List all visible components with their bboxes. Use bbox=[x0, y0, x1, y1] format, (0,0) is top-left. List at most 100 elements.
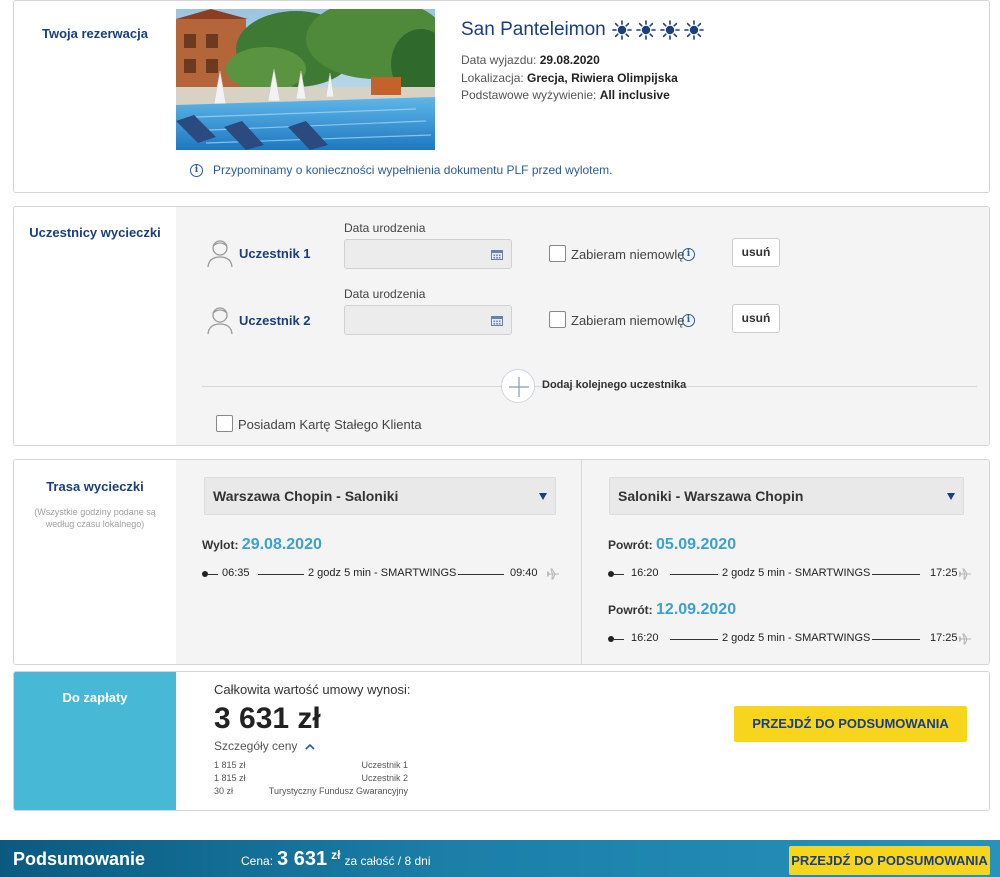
participants-body: Uczestnik 1 Data urodzenia Zabieram niem… bbox=[176, 207, 989, 445]
reservation-side: Twoja rezerwacja bbox=[14, 1, 176, 192]
timeline-rule bbox=[208, 574, 218, 575]
sun-icon bbox=[611, 20, 632, 40]
return-1-arr-time: 17:25 bbox=[930, 567, 958, 579]
outbound-duration: 2 godz 5 min bbox=[308, 567, 371, 579]
participant-2-dob-input[interactable] bbox=[344, 305, 512, 335]
location-info: Lokalizacja: Grecja, Riwiera Olimpijska bbox=[461, 71, 678, 85]
sun-icon bbox=[683, 20, 704, 40]
return-2-duration-carrier: 2 godz 5 min - SMARTWINGS bbox=[722, 632, 871, 644]
return-2-arr-time: 17:25 bbox=[930, 632, 958, 644]
add-participant-button[interactable] bbox=[501, 369, 535, 403]
outbound-date: 29.08.2020 bbox=[241, 536, 322, 553]
summary-price-currency: zł bbox=[331, 848, 341, 862]
reservation-card: Twoja rezerwacja San Panteleimon Data wy… bbox=[13, 0, 990, 193]
go-to-summary-button[interactable]: PRZEJDŹ DO PODSUMOWANIA bbox=[734, 706, 967, 742]
payment-card: Do zapłaty Całkowita wartość umowy wynos… bbox=[13, 671, 990, 811]
outbound-carrier: SMARTWINGS bbox=[380, 567, 457, 579]
add-participant-label[interactable]: Dodaj kolejnego uczestnika bbox=[542, 379, 686, 391]
plane-icon bbox=[958, 633, 971, 645]
summary-bar-cta-button[interactable]: PRZEJDŹ DO PODSUMOWANIA bbox=[789, 846, 990, 875]
outbound-route-select[interactable]: Warszawa Chopin - Saloniki bbox=[204, 477, 556, 515]
summary-bar-title: Podsumowanie bbox=[13, 849, 146, 869]
price-row: 30 zł Turystyczny Fundusz Gwarancyjny bbox=[214, 786, 408, 796]
price-row-desc: Turystyczny Fundusz Gwarancyjny bbox=[268, 786, 408, 796]
participant-1-infant-checkbox[interactable] bbox=[549, 245, 566, 262]
departure-value: 29.08.2020 bbox=[539, 53, 600, 67]
outbound-route-value: Warszawa Chopin - Saloniki bbox=[213, 488, 399, 504]
participant-1-remove-button[interactable]: usuń bbox=[732, 238, 780, 267]
participant-1-dob-input[interactable] bbox=[344, 239, 512, 269]
summary-price-label: Cena: bbox=[241, 854, 274, 868]
loyalty-card-label: Posiadam Kartę Stałego Klienta bbox=[238, 417, 422, 432]
price-row: 1 815 zł Uczestnik 1 bbox=[214, 760, 408, 770]
plane-icon bbox=[546, 568, 559, 580]
price-row-desc: Uczestnik 2 bbox=[361, 773, 408, 783]
return-1-duration: 2 godz 5 min bbox=[722, 567, 785, 579]
person-icon bbox=[207, 240, 233, 268]
calendar-icon[interactable] bbox=[491, 315, 503, 326]
price-row-amount: 1 815 zł bbox=[214, 773, 246, 783]
route-separator bbox=[581, 460, 582, 664]
route-card: Trasa wycieczki (Wszystkie godziny podan… bbox=[13, 459, 990, 665]
return-1-duration-carrier: 2 godz 5 min - SMARTWINGS bbox=[722, 567, 871, 579]
plf-notice-text: Przypominamy o konieczności wypełnienia … bbox=[213, 163, 613, 177]
location-value: Grecja, Riwiera Olimpijska bbox=[527, 71, 678, 85]
board-info: Podstawowe wyżywienie: All inclusive bbox=[461, 88, 670, 102]
return-flight-2-timeline: 16:20 2 godz 5 min - SMARTWINGS 17:25 bbox=[608, 632, 978, 646]
payment-title: Do zapłaty bbox=[62, 690, 128, 705]
participant-2-remove-button[interactable]: usuń bbox=[732, 304, 780, 333]
loyalty-card-checkbox[interactable] bbox=[216, 415, 233, 432]
timeline-rule bbox=[872, 639, 920, 640]
timeline-rule bbox=[614, 639, 624, 640]
participants-title: Uczestnicy wycieczki bbox=[29, 225, 161, 240]
return-route-select[interactable]: Saloniki - Warszawa Chopin bbox=[609, 477, 964, 515]
price-details-toggle[interactable]: Szczegóły ceny bbox=[214, 739, 315, 753]
sun-icon bbox=[635, 20, 656, 40]
outbound-dep-time: 06:35 bbox=[222, 567, 250, 579]
return-1-dep-time: 16:20 bbox=[631, 567, 659, 579]
timeline-rule bbox=[258, 574, 304, 575]
location-label: Lokalizacja: bbox=[461, 71, 524, 85]
hotel-rating bbox=[611, 20, 704, 40]
person-icon bbox=[207, 307, 233, 335]
participant-1-dob-label: Data urodzenia bbox=[344, 221, 426, 235]
participant-1-name: Uczestnik 1 bbox=[239, 246, 311, 261]
participant-2-dob-label: Data urodzenia bbox=[344, 287, 426, 301]
plf-notice: i Przypominamy o konieczności wypełnieni… bbox=[190, 163, 613, 177]
return-2-dep-time: 16:20 bbox=[631, 632, 659, 644]
hotel-name: San Panteleimon bbox=[461, 19, 704, 41]
return-date: 12.09.2020 bbox=[656, 601, 737, 618]
calendar-icon[interactable] bbox=[491, 249, 503, 260]
hotel-photo[interactable] bbox=[176, 9, 435, 150]
route-side: Trasa wycieczki (Wszystkie godziny podan… bbox=[14, 460, 176, 664]
outbound-arr-time: 09:40 bbox=[510, 567, 538, 579]
info-icon: i bbox=[190, 163, 203, 177]
route-body: Warszawa Chopin - Saloniki Wylot: 29.08.… bbox=[176, 460, 989, 664]
return-1-carrier: SMARTWINGS bbox=[794, 567, 871, 579]
participant-2-name: Uczestnik 2 bbox=[239, 313, 311, 328]
total-value: 3 631 zł bbox=[214, 702, 321, 735]
participant-2-infant-label: Zabieram niemowlę bbox=[571, 313, 685, 328]
price-row-desc: Uczestnik 1 bbox=[361, 760, 408, 770]
return-2-carrier: SMARTWINGS bbox=[794, 632, 871, 644]
outbound-duration-carrier: 2 godz 5 min - SMARTWINGS bbox=[308, 567, 457, 579]
route-title: Trasa wycieczki bbox=[46, 479, 144, 494]
participant-1-infant-label: Zabieram niemowlę bbox=[571, 247, 685, 262]
participants-side: Uczestnicy wycieczki bbox=[14, 207, 176, 445]
return-label: Powrót: bbox=[608, 603, 653, 617]
timeline-rule bbox=[670, 574, 718, 575]
return-label: Powrót: bbox=[608, 538, 653, 552]
board-value: All inclusive bbox=[599, 88, 670, 102]
outbound-flight-label: Wylot: 29.08.2020 bbox=[202, 536, 322, 554]
reservation-title: Twoja rezerwacja bbox=[42, 26, 148, 41]
return-route-value: Saloniki - Warszawa Chopin bbox=[618, 488, 804, 504]
summary-bar-price: Cena: 3 631 zł za całość / 8 dni bbox=[241, 848, 430, 871]
total-label: Całkowita wartość umowy wynosi: bbox=[214, 682, 411, 697]
chevron-up-icon bbox=[305, 743, 315, 750]
timeline-rule bbox=[614, 574, 624, 575]
infant-info-icon[interactable]: i bbox=[682, 248, 695, 261]
participant-2-infant-checkbox[interactable] bbox=[549, 311, 566, 328]
price-details-label: Szczegóły ceny bbox=[214, 739, 298, 753]
summary-price-value: 3 631 bbox=[277, 848, 328, 870]
infant-info-icon[interactable]: i bbox=[682, 314, 695, 327]
